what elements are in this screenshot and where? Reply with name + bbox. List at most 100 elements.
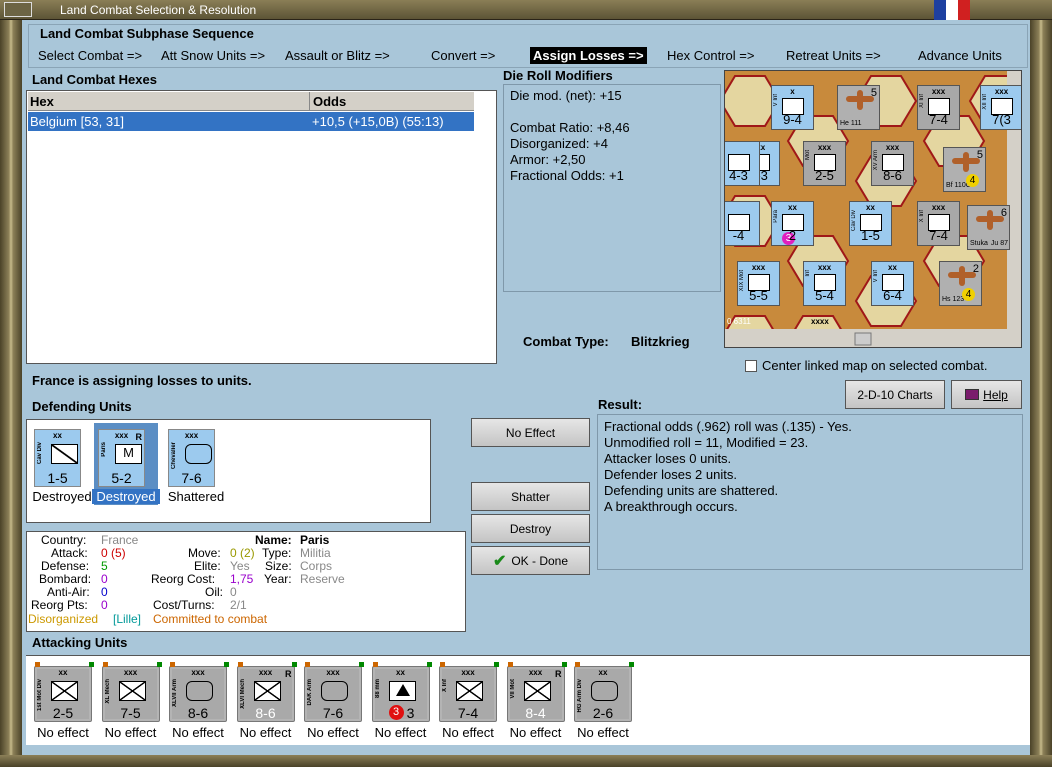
unit-strength: 8-6 — [883, 168, 902, 183]
modifier-armor: Armor: +2,50 — [510, 152, 586, 167]
reserve-marker: R — [135, 432, 143, 442]
hexes-list[interactable] — [26, 90, 497, 364]
attacking-unit[interactable]: xxx XLVII Arm 8-6 — [169, 662, 229, 722]
map-unit[interactable]: xx Cav Div 1-5 — [849, 201, 892, 246]
map-aircraft[interactable]: Bf 110C 5 4 — [943, 147, 986, 192]
unit-strength: 7-4 — [929, 112, 948, 127]
unit-symbol-icon — [51, 444, 78, 464]
column-hex[interactable]: Hex — [30, 94, 54, 109]
aircraft-number: 5 — [870, 87, 877, 99]
odds-cell: +10,5 (+15,0B) (55:13) — [312, 114, 444, 129]
unit-marker — [440, 662, 445, 667]
table-row[interactable]: Belgium [53, 31] +10,5 (+15,0B) (55:13) — [28, 112, 474, 131]
subphase-header: Land Combat Subphase Sequence — [40, 26, 254, 41]
aircraft-number: 6 — [1000, 207, 1007, 219]
unit-strength: 2-5 — [815, 168, 834, 183]
unit-status: No effect — [37, 725, 89, 740]
unit-symbol-icon — [253, 681, 281, 701]
map-aircraft[interactable]: He 111 5 — [837, 85, 880, 130]
charts-button[interactable]: 2-D-10 Charts — [845, 380, 945, 409]
attacking-unit[interactable]: xxx VII Mot R 8-4 — [506, 662, 567, 722]
result-line: Fractional odds (.962) roll was (.135) -… — [604, 419, 852, 434]
defending-unit[interactable]: xxx Paris M R 5-2 — [98, 429, 145, 487]
unit-strength: 2-6 — [592, 705, 614, 721]
attacking-unit[interactable]: xxx X Inf 7-4 — [439, 662, 499, 722]
unit-strength: 7-4 — [929, 228, 948, 243]
frame-left — [0, 20, 22, 767]
aircraft-number: 5 — [976, 149, 983, 161]
no-effect-button[interactable]: No Effect — [471, 418, 590, 447]
unit-marker — [170, 662, 175, 667]
costturns-value: 2/1 — [230, 598, 247, 612]
unit-marker — [89, 662, 94, 667]
unit-marker — [507, 662, 513, 667]
unit-strength: 5-2 — [111, 470, 132, 486]
map-unit[interactable]: xV Inf 9-4 — [771, 85, 814, 130]
map-label: 0 6311 — [727, 317, 751, 326]
map-unit[interactable]: -4 — [725, 201, 760, 246]
unit-size: xx — [396, 668, 405, 677]
result-line: Attacker loses 0 units. — [604, 451, 732, 466]
destroy-button[interactable]: Destroy — [471, 514, 590, 543]
unit-name: XL Mech — [104, 679, 111, 704]
linked-map[interactable]: xV Inf9-4xxxXI Inf7-4xxxXII Inf7(3xxxXVI… — [724, 70, 1022, 348]
unit-strength: 4-3 — [729, 168, 748, 183]
unit-size: xx — [58, 668, 68, 677]
attacking-unit[interactable]: xx 88 mm 3 3 — [371, 662, 432, 722]
unit-marker — [372, 662, 378, 667]
step-advance: Advance Units — [918, 48, 1002, 63]
attacking-unit[interactable]: xx HG Arm Div 2-6 — [574, 662, 634, 722]
unit-strength: -4 — [732, 228, 745, 243]
map-unit[interactable]: xx Para 3 2 — [771, 201, 814, 246]
artillery-icon — [395, 684, 410, 696]
map-unit[interactable]: 4-3 — [725, 141, 760, 186]
help-label: Help — [983, 387, 1008, 402]
unit-strength: 7-4 — [457, 705, 479, 721]
unit-status: No effect — [374, 725, 427, 740]
unit-marker — [575, 662, 580, 667]
step-assign-losses: Assign Losses => — [530, 47, 647, 64]
attacking-unit[interactable]: xxx XL Mech 7-5 — [101, 662, 162, 722]
unit-marker — [224, 662, 229, 667]
result-line: Unmodified roll = 11, Modified = 23. — [604, 435, 809, 450]
ok-done-button[interactable]: ✔ OK - Done — [471, 546, 590, 575]
badge-icon: 4 — [966, 174, 979, 187]
map-unit[interactable]: xx V Inf 6-4 — [871, 261, 914, 306]
map-unit[interactable]: xxx Mot 2-5 — [803, 141, 846, 186]
unit-name: XLVII Arm — [172, 679, 178, 708]
costturns-label: Cost/Turns: — [153, 598, 215, 612]
combat-type-label: Combat Type: — [523, 334, 609, 349]
map-unit[interactable]: xxx XV Arm 8-6 — [871, 141, 914, 186]
unit-status: No effect — [577, 725, 629, 740]
map-unit[interactable]: xxx XII Inf 7(3 — [980, 85, 1021, 130]
unit-strength: 7-5 — [120, 705, 141, 721]
center-map-checkbox[interactable] — [745, 360, 757, 372]
unit-marker — [561, 662, 567, 667]
column-odds[interactable]: Odds — [313, 94, 346, 109]
unit-name: XI Inf — [919, 94, 925, 109]
plane-icon — [987, 210, 993, 230]
unit-status: No effect — [509, 725, 562, 740]
window-menu-button[interactable] — [4, 2, 32, 17]
defending-header: Defending Units — [32, 399, 132, 414]
shatter-button[interactable]: Shatter — [471, 482, 590, 511]
unit-name: XII Inf — [982, 94, 988, 110]
help-button[interactable]: Help — [951, 380, 1022, 409]
unit-status: Shattered — [167, 489, 225, 504]
defending-unit[interactable]: xxx Chevalier 7-6 — [168, 429, 215, 487]
result-box: Fractional odds (.962) roll was (.135) -… — [597, 414, 1023, 570]
unit-name: Cav Div — [37, 442, 43, 465]
map-unit[interactable]: xxx XIX Mot 5-5 — [737, 261, 780, 306]
map-unit[interactable]: xxx Inf 5-4 — [803, 261, 846, 306]
attacking-unit[interactable]: xx 1st Mot Div 2-5 — [34, 662, 94, 722]
map-unit[interactable]: xxx XI Inf 7-4 — [917, 85, 960, 130]
map-aircraft[interactable]: Hs 123 2 4 — [939, 261, 982, 306]
attacking-unit[interactable]: xxx XLVI Mech R 8-6 — [236, 662, 297, 722]
defending-unit[interactable]: xx Cav Div 1-5 — [34, 429, 81, 487]
map-aircraft[interactable]: Stuka 6 Ju 87 — [967, 205, 1010, 250]
attacking-unit[interactable]: xxx DAK Arm 7-6 — [304, 662, 364, 722]
result-line: Defending units are shattered. — [604, 483, 779, 498]
step-att-snow: Att Snow Units => — [161, 48, 266, 63]
unit-name: Mot — [805, 150, 811, 161]
map-unit[interactable]: xxx X Inf 7-4 — [917, 201, 960, 246]
